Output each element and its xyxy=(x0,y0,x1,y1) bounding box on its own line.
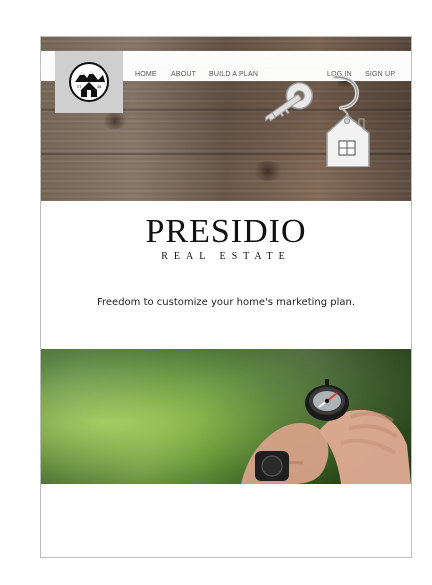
house-keychain-icon xyxy=(264,75,370,167)
brand-name: PRESIDIO xyxy=(145,213,307,250)
svg-text:SB: SB xyxy=(97,85,102,89)
hero-banner: CT SB HOME ABOUT BUILD A PLAN LOG IN SIG… xyxy=(41,37,411,201)
site-logo[interactable]: CT SB xyxy=(55,51,123,113)
brand-section: PRESIDIO REAL ESTATE Freedom to customiz… xyxy=(41,201,411,349)
nav-home[interactable]: HOME xyxy=(135,71,157,78)
page-frame: CT SB HOME ABOUT BUILD A PLAN LOG IN SIG… xyxy=(40,36,412,558)
content-spacer xyxy=(41,484,411,557)
brand-subtitle: REAL ESTATE xyxy=(161,251,291,262)
wood-knot xyxy=(101,113,129,129)
mountain-house-logo-icon: CT SB xyxy=(69,62,109,102)
nav-about[interactable]: ABOUT xyxy=(171,71,196,78)
hero-tagline: Freedom to customize your home's marketi… xyxy=(96,297,356,308)
compass-hands-image xyxy=(241,379,411,484)
nav-build-a-plan[interactable]: BUILD A PLAN xyxy=(209,71,258,78)
compass-photo xyxy=(41,349,411,484)
